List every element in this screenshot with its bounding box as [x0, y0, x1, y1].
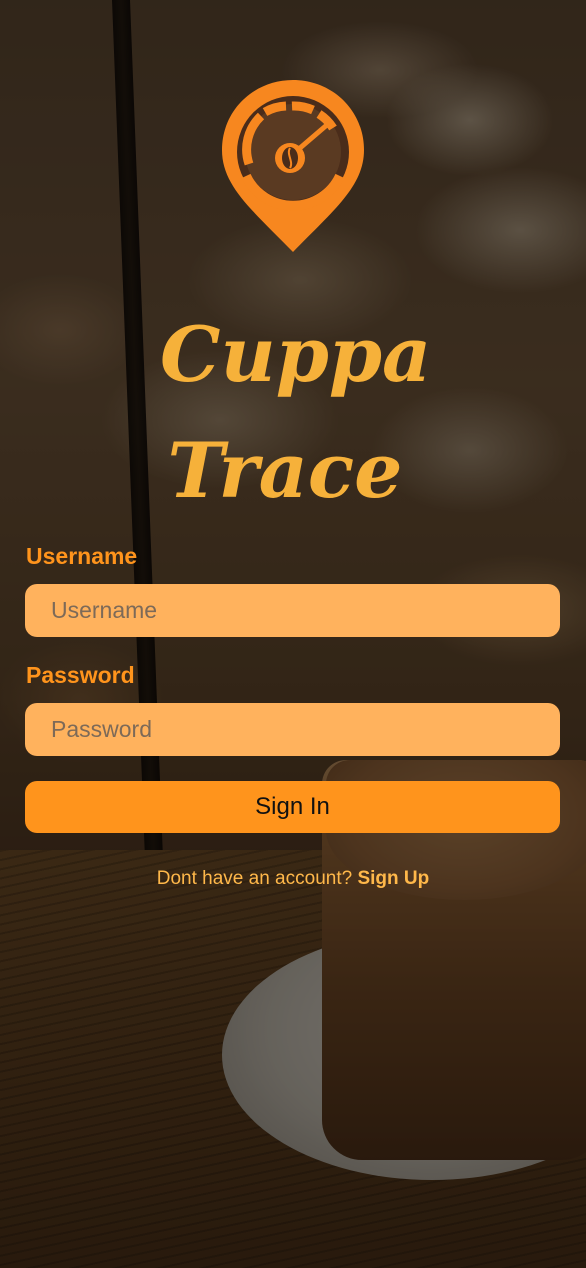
app-title-line2: Trace — [167, 426, 403, 515]
app-title: Cuppa Trace — [150, 296, 432, 530]
password-input[interactable] — [25, 703, 560, 756]
password-label: Password — [26, 662, 135, 688]
login-screen: Cuppa Trace Username Password Sign In Do… — [0, 0, 586, 1268]
sign-in-button[interactable]: Sign In — [25, 781, 560, 833]
username-input[interactable] — [25, 584, 560, 637]
signup-prompt-row: Dont have an account? Sign Up — [0, 868, 586, 890]
speedometer-pin-logo-icon — [222, 80, 364, 252]
sign-up-link[interactable]: Sign Up — [357, 868, 429, 889]
username-label: Username — [26, 543, 138, 569]
app-title-line1: Cuppa — [160, 310, 432, 399]
signup-prompt-text: Dont have an account? — [156, 868, 358, 889]
